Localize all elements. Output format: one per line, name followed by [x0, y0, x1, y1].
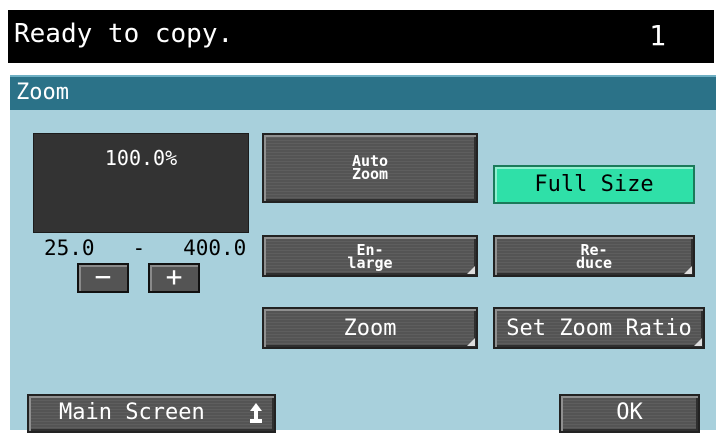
auto-zoom-label: Auto Zoom [351, 152, 389, 183]
enlarge-button[interactable]: En- large [262, 235, 478, 277]
zoom-max: 400.0 [183, 236, 247, 260]
zoom-range: 25.0 - 400.0 [44, 236, 246, 260]
copy-zoom-screen: Ready to copy. 1 Zoom 100.0% 25.0 - 400.… [0, 0, 719, 435]
enlarge-label: En- large [347, 241, 393, 272]
auto-zoom-button[interactable]: Auto Zoom [262, 133, 478, 203]
minus-icon: − [94, 260, 112, 293]
zoom-display: 100.0% [33, 133, 249, 233]
submenu-corner-icon [467, 266, 475, 274]
main-screen-button[interactable]: Main Screen [27, 394, 276, 433]
submenu-corner-icon [467, 338, 475, 346]
status-message: Ready to copy. [14, 19, 234, 49]
reduce-label: Re- duce [575, 241, 613, 272]
increase-zoom-button[interactable]: + [148, 263, 200, 293]
zoom-value: 100.0% [104, 146, 178, 170]
decrease-zoom-button[interactable]: − [77, 263, 129, 293]
full-size-label: Full Size [534, 172, 654, 197]
main-screen-label: Main Screen [59, 400, 205, 425]
plus-icon: + [165, 260, 183, 293]
zoom-button[interactable]: Zoom [262, 307, 478, 349]
zoom-min: 25.0 [44, 236, 95, 260]
title-bar: Zoom [10, 75, 716, 112]
full-size-button[interactable]: Full Size [493, 165, 695, 204]
status-bar: Ready to copy. 1 [8, 10, 714, 63]
zoom-label: Zoom [343, 316, 397, 341]
reduce-button[interactable]: Re- duce [493, 235, 695, 277]
ok-label: OK [616, 400, 643, 425]
range-separator: - [132, 236, 146, 260]
return-arrow-icon [248, 402, 264, 429]
page-title: Zoom [16, 80, 69, 105]
submenu-corner-icon [684, 266, 692, 274]
submenu-corner-icon [694, 338, 702, 346]
copy-count: 1 [649, 19, 666, 52]
ok-button[interactable]: OK [559, 394, 700, 433]
set-zoom-ratio-label: Set Zoom Ratio [506, 316, 692, 341]
set-zoom-ratio-button[interactable]: Set Zoom Ratio [493, 307, 705, 349]
